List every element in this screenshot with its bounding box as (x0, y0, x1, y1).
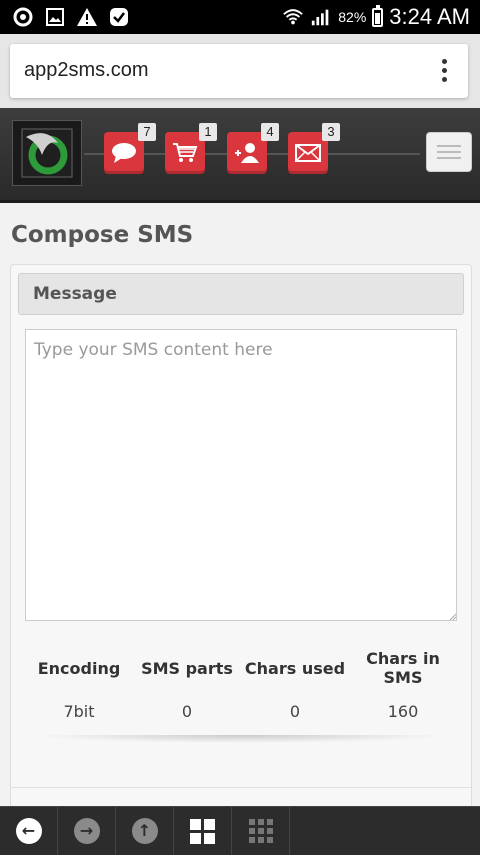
forward-button[interactable]: → (58, 807, 116, 855)
apps-button[interactable] (232, 807, 290, 855)
cart-button[interactable]: 1 (165, 123, 217, 174)
scroll-up-button[interactable]: ↑ (116, 807, 174, 855)
panel-divider (11, 787, 471, 788)
messages-badge: 7 (138, 123, 156, 141)
status-bar: 82% 3:24 AM (0, 0, 480, 34)
apps-grid-icon (248, 819, 273, 843)
bottom-toolbar: ← → ↑ (0, 806, 480, 855)
battery-percent: 82% (338, 9, 367, 25)
battery-icon (372, 4, 384, 27)
tiles-button[interactable] (174, 807, 232, 855)
stats-shadow (33, 735, 449, 743)
resize-handle-icon[interactable] (449, 613, 457, 621)
url-text[interactable]: app2sms.com (24, 59, 149, 82)
overflow-menu-icon[interactable] (442, 59, 448, 83)
add-contact-button[interactable]: 4 (227, 123, 279, 174)
mail-button[interactable]: 3 (288, 123, 340, 174)
stats-value-row: 7bit 0 0 160 (25, 695, 457, 727)
contacts-badge: 4 (261, 123, 279, 141)
chat-icon (112, 143, 136, 163)
message-heading-label: Message (33, 284, 117, 304)
sms-stats-table: Encoding SMS parts Chars used Chars in S… (25, 641, 457, 735)
app-navbar: 7 1 4 3 (0, 108, 480, 203)
cart-badge: 1 (199, 123, 217, 141)
hamburger-icon (437, 145, 461, 147)
mail-badge: 3 (322, 123, 340, 141)
sms-parts-value: 0 (181, 701, 193, 721)
tiles-icon (190, 818, 215, 844)
sms-parts-header: SMS parts (141, 658, 233, 678)
clock: 3:24 AM (389, 4, 470, 29)
messages-button[interactable]: 7 (104, 123, 156, 174)
wifi-icon (282, 6, 304, 28)
back-button[interactable]: ← (0, 807, 58, 855)
sync-icon (12, 6, 34, 28)
address-bar[interactable]: app2sms.com (10, 44, 468, 98)
add-contact-icon (235, 143, 259, 163)
check-icon (108, 6, 130, 28)
compose-panel: Message Encoding SMS parts Chars used Ch… (10, 264, 472, 826)
image-icon (44, 6, 66, 28)
page-title: Compose SMS (11, 222, 194, 248)
forward-icon: → (73, 818, 100, 844)
encoding-value: 7bit (63, 701, 95, 721)
chars-used-header: Chars used (244, 658, 346, 678)
chars-in-sms-value: 160 (387, 701, 419, 721)
app-logo[interactable] (12, 120, 82, 186)
message-panel-heading: Message (18, 273, 464, 315)
battery-level (375, 12, 381, 24)
signal-icon (310, 6, 332, 28)
browser-toolbar: app2sms.com (0, 34, 480, 108)
back-icon: ← (15, 818, 42, 844)
sms-content-input[interactable] (25, 329, 457, 621)
menu-toggle-button[interactable] (426, 132, 472, 172)
cart-icon (173, 143, 198, 162)
chars-used-value: 0 (289, 701, 301, 721)
encoding-header: Encoding (37, 658, 121, 678)
chars-in-sms-header: Chars in SMS (366, 649, 440, 687)
stats-header-row: Encoding SMS parts Chars used Chars in S… (25, 641, 457, 695)
logo-icon (21, 128, 73, 178)
up-icon: ↑ (131, 818, 158, 844)
warning-icon (76, 6, 98, 28)
mail-icon (295, 144, 321, 162)
